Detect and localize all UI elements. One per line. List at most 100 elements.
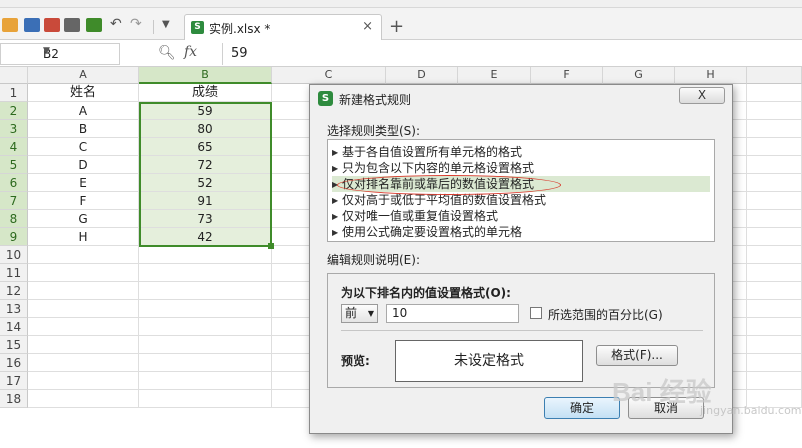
rule-type-label: 仅对排名靠前或靠后的数值设置格式 (342, 177, 535, 191)
ok-button[interactable]: 确定 (544, 397, 620, 419)
row-header[interactable]: 8 (0, 210, 28, 228)
edit-rule-description-label: 编辑规则说明(E): (327, 253, 420, 267)
cell-a2[interactable]: A (28, 102, 139, 120)
row-header[interactable]: 9 (0, 228, 28, 246)
cell-b15[interactable] (139, 336, 272, 354)
insert-function-button[interactable]: fx (184, 44, 197, 60)
cell-b4[interactable]: 65 (139, 138, 272, 156)
cell-b18[interactable] (139, 390, 272, 408)
row-header[interactable]: 3 (0, 120, 28, 138)
cell-b6[interactable]: 52 (139, 174, 272, 192)
cell-a12[interactable] (28, 282, 139, 300)
undo-icon[interactable]: ↶ (110, 17, 126, 32)
row-header[interactable]: 15 (0, 336, 28, 354)
cell-b1[interactable]: 成绩 (139, 84, 272, 102)
cell-b17[interactable] (139, 372, 272, 390)
row-header[interactable]: 7 (0, 192, 28, 210)
window-top-strip (0, 0, 802, 8)
cell-a11[interactable] (28, 264, 139, 282)
close-tab-icon[interactable]: × (362, 19, 373, 34)
cell-b9[interactable]: 42 (139, 228, 272, 246)
cell-b3[interactable]: 80 (139, 120, 272, 138)
column-header-e[interactable]: E (458, 67, 531, 84)
percent-checkbox-label[interactable]: 所选范围的百分比(G) (548, 306, 663, 323)
cell-a16[interactable] (28, 354, 139, 372)
cell-a10[interactable] (28, 246, 139, 264)
open-folder-icon[interactable] (2, 18, 18, 32)
cell-a17[interactable] (28, 372, 139, 390)
cell-a18[interactable] (28, 390, 139, 408)
cell-a8[interactable]: G (28, 210, 139, 228)
cell-b2[interactable]: 59 (139, 102, 272, 120)
rule-type-item[interactable]: ▶ 使用公式确定要设置格式的单元格 (332, 224, 710, 240)
row-header[interactable]: 5 (0, 156, 28, 174)
rule-type-item[interactable]: ▶ 仅对高于或低于平均值的数值设置格式 (332, 192, 710, 208)
rule-type-item[interactable]: ▶ 仅对排名靠前或靠后的数值设置格式 (332, 176, 710, 192)
percent-checkbox[interactable] (530, 307, 542, 319)
print-icon[interactable] (64, 18, 80, 32)
row-header[interactable]: 6 (0, 174, 28, 192)
fill-handle[interactable] (268, 243, 274, 249)
row-header[interactable]: 12 (0, 282, 28, 300)
cell-b5[interactable]: 72 (139, 156, 272, 174)
cell-b8[interactable]: 73 (139, 210, 272, 228)
cell-a4[interactable]: C (28, 138, 139, 156)
format-button[interactable]: 格式(F)... (596, 345, 678, 366)
column-header-f[interactable]: F (531, 67, 603, 84)
select-all-corner[interactable] (0, 67, 28, 84)
row-header[interactable]: 13 (0, 300, 28, 318)
row-header[interactable]: 14 (0, 318, 28, 336)
zoom-icon[interactable]: 🔍︎ (158, 45, 176, 61)
print-preview-icon[interactable] (86, 18, 102, 32)
rank-direction-select[interactable]: 前 ▼ (341, 304, 378, 323)
cell-b12[interactable] (139, 282, 272, 300)
formula-input[interactable]: 59 (222, 43, 802, 65)
row-header[interactable]: 16 (0, 354, 28, 372)
document-tab[interactable]: S 实例.xlsx * × (184, 14, 382, 40)
cell-a14[interactable] (28, 318, 139, 336)
row-header[interactable]: 17 (0, 372, 28, 390)
column-header-b[interactable]: B (139, 67, 272, 84)
row-header[interactable]: 11 (0, 264, 28, 282)
cell-filler (747, 102, 802, 120)
cell-a9[interactable]: H (28, 228, 139, 246)
column-header-a[interactable]: A (28, 67, 139, 84)
dialog-close-button[interactable]: X (679, 87, 725, 104)
cell-a5[interactable]: D (28, 156, 139, 174)
cell-a13[interactable] (28, 300, 139, 318)
row-header[interactable]: 1 (0, 84, 28, 102)
spreadsheet-file-icon: S (191, 21, 204, 34)
column-header-g[interactable]: G (603, 67, 675, 84)
cell-a15[interactable] (28, 336, 139, 354)
cell-b16[interactable] (139, 354, 272, 372)
cell-b7[interactable]: 91 (139, 192, 272, 210)
column-header-d[interactable]: D (386, 67, 458, 84)
name-box[interactable]: B2 ▼ (0, 43, 120, 65)
row-header[interactable]: 2 (0, 102, 28, 120)
cell-a6[interactable]: E (28, 174, 139, 192)
rule-type-item[interactable]: ▶ 仅对唯一值或重复值设置格式 (332, 208, 710, 224)
export-pdf-icon[interactable] (44, 18, 60, 32)
rank-count-input[interactable]: 10 (386, 304, 519, 323)
save-icon[interactable] (24, 18, 40, 32)
cell-a3[interactable]: B (28, 120, 139, 138)
cell-b14[interactable] (139, 318, 272, 336)
cell-filler (747, 174, 802, 192)
cell-b13[interactable] (139, 300, 272, 318)
redo-icon[interactable]: ↷ (130, 17, 146, 32)
row-header[interactable]: 18 (0, 390, 28, 408)
column-header-c[interactable]: C (272, 67, 386, 84)
cell-b10[interactable] (139, 246, 272, 264)
rule-type-item[interactable]: ▶ 只为包含以下内容的单元格设置格式 (332, 160, 710, 176)
rule-type-item[interactable]: ▶ 基于各自值设置所有单元格的格式 (332, 144, 710, 160)
chevron-down-icon[interactable]: ▼ (43, 46, 115, 56)
cell-b11[interactable] (139, 264, 272, 282)
new-tab-button[interactable]: + (389, 18, 404, 36)
column-header-h[interactable]: H (675, 67, 747, 84)
rule-type-label: 基于各自值设置所有单元格的格式 (342, 145, 523, 159)
customize-dropdown-icon[interactable]: ▼ (162, 18, 178, 32)
row-header[interactable]: 10 (0, 246, 28, 264)
cell-a1[interactable]: 姓名 (28, 84, 139, 102)
cell-a7[interactable]: F (28, 192, 139, 210)
row-header[interactable]: 4 (0, 138, 28, 156)
